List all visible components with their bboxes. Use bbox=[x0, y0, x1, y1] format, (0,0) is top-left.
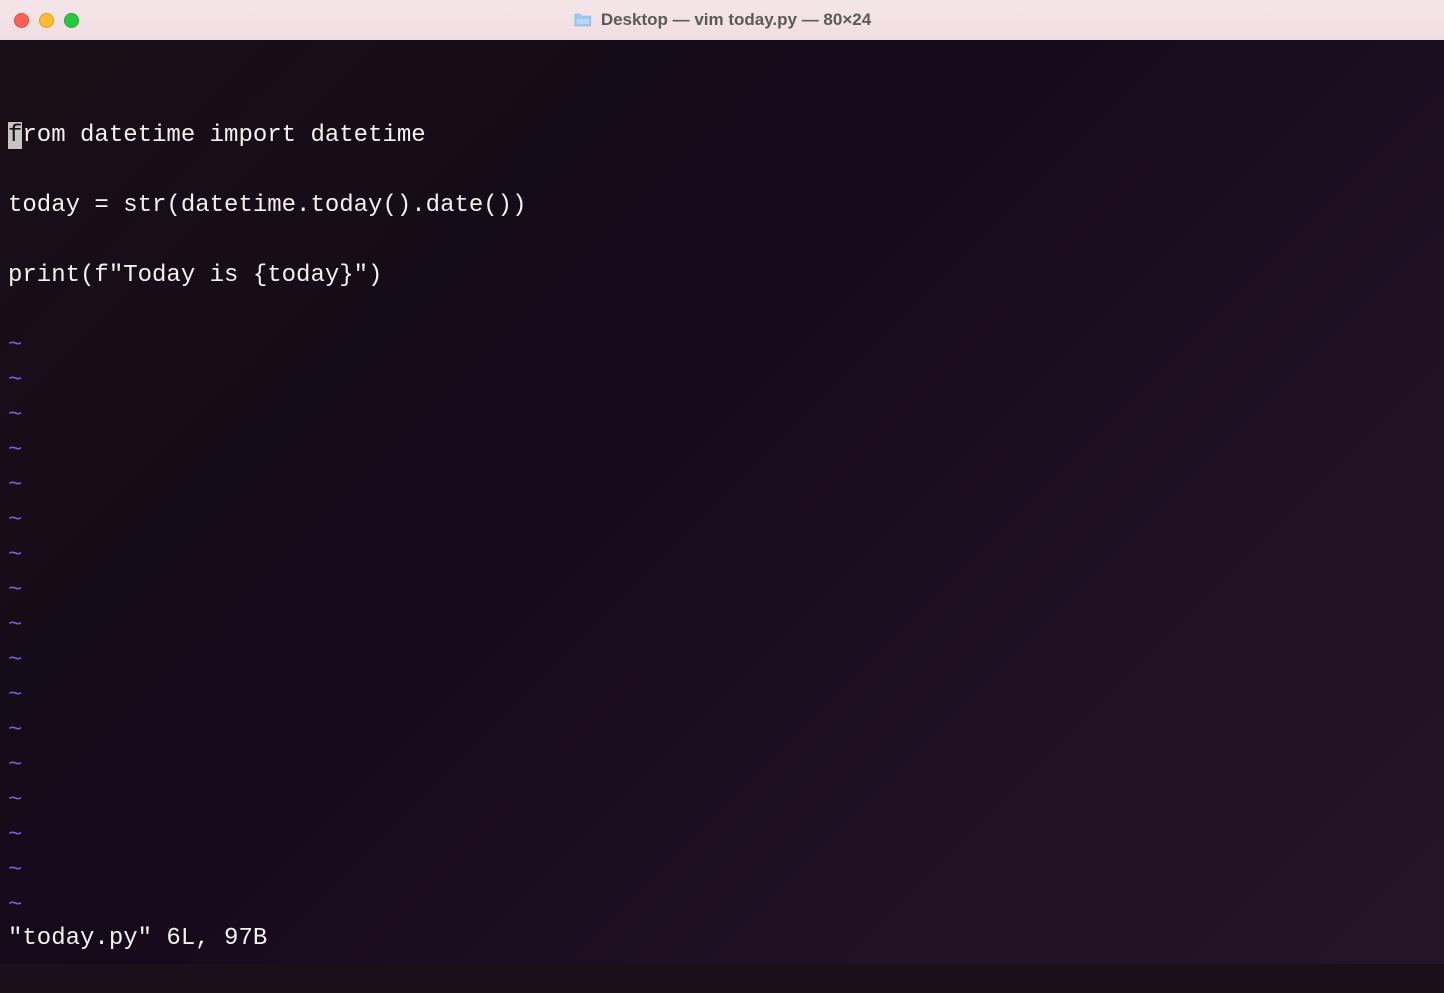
code-line-2 bbox=[8, 153, 1436, 188]
code-line-1: from datetime import datetime bbox=[8, 118, 1436, 153]
editor-content: from datetime import datetime today = str… bbox=[8, 118, 1436, 923]
vim-tilde: ~ bbox=[8, 818, 1436, 853]
window-title-area: Desktop — vim today.py — 80×24 bbox=[573, 10, 871, 30]
vim-tilde: ~ bbox=[8, 713, 1436, 748]
vim-tilde: ~ bbox=[8, 398, 1436, 433]
vim-tilde: ~ bbox=[8, 573, 1436, 608]
vim-tilde: ~ bbox=[8, 643, 1436, 678]
vim-tilde: ~ bbox=[8, 538, 1436, 573]
vim-tilde: ~ bbox=[8, 853, 1436, 888]
vim-status-line: "today.py" 6L, 97B bbox=[8, 921, 267, 956]
vim-tilde: ~ bbox=[8, 888, 1436, 923]
close-button[interactable] bbox=[14, 13, 29, 28]
vim-tilde: ~ bbox=[8, 503, 1436, 538]
zoom-button[interactable] bbox=[64, 13, 79, 28]
vim-tilde: ~ bbox=[8, 468, 1436, 503]
empty-line bbox=[8, 293, 1436, 328]
folder-icon bbox=[573, 12, 593, 28]
vim-tilde: ~ bbox=[8, 748, 1436, 783]
vim-tilde: ~ bbox=[8, 433, 1436, 468]
vim-tilde: ~ bbox=[8, 363, 1436, 398]
code-text: rom datetime import datetime bbox=[22, 122, 425, 149]
vim-tilde: ~ bbox=[8, 608, 1436, 643]
vim-tilde: ~ bbox=[8, 783, 1436, 818]
code-line-5: print(f"Today is {today}") bbox=[8, 258, 1436, 293]
terminal-body[interactable]: from datetime import datetime today = str… bbox=[0, 40, 1444, 964]
minimize-button[interactable] bbox=[39, 13, 54, 28]
code-line-3: today = str(datetime.today().date()) bbox=[8, 188, 1436, 223]
window-title: Desktop — vim today.py — 80×24 bbox=[601, 10, 871, 30]
titlebar: Desktop — vim today.py — 80×24 bbox=[0, 0, 1444, 40]
vim-tilde: ~ bbox=[8, 678, 1436, 713]
code-line-4 bbox=[8, 223, 1436, 258]
cursor: f bbox=[8, 122, 22, 149]
traffic-lights bbox=[14, 13, 79, 28]
vim-tilde: ~ bbox=[8, 328, 1436, 363]
